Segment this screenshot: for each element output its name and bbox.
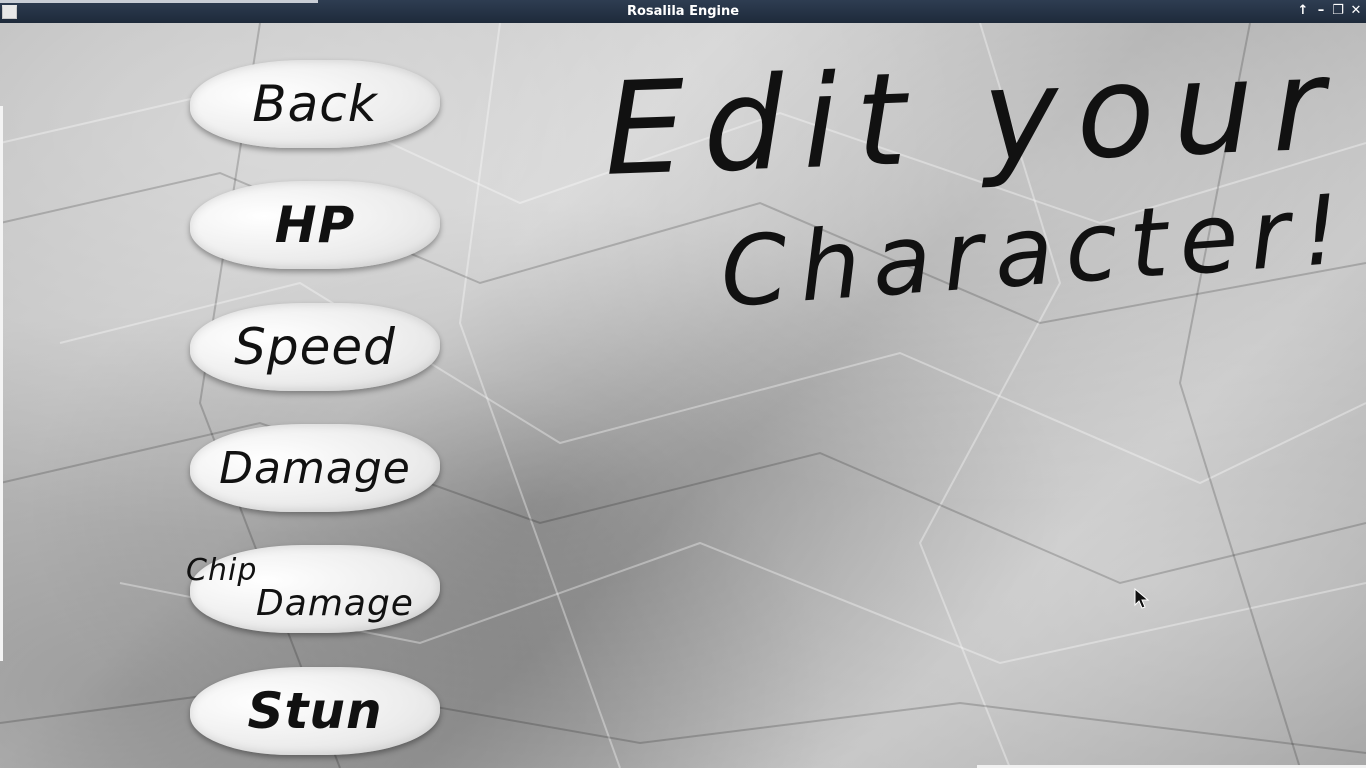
minimize-icon[interactable]: – [1313,3,1329,19]
titlebar-strip [0,0,318,3]
chip-damage-button-label: Chip Damage [186,556,414,624]
hp-button-label: HP [274,196,356,254]
chip-damage-line2: Damage [256,583,414,624]
stun-button-label: Stun [247,682,383,740]
up-arrow-icon[interactable]: ↑ [1295,3,1311,19]
paper-left-edge [0,106,3,661]
window-titlebar: Rosalila Engine ↑ – ❐ ✕ [0,0,1366,23]
stun-button[interactable]: Stun [190,667,440,755]
back-button-label: Back [252,75,378,133]
window-title: Rosalila Engine [626,4,740,19]
damage-button[interactable]: Damage [190,424,440,512]
hp-button[interactable]: HP [190,181,440,269]
page-title-line1: Edit your [601,30,1345,205]
mouse-cursor-icon [1134,588,1150,609]
restore-icon[interactable]: ❐ [1330,3,1346,19]
back-button[interactable]: Back [190,60,440,148]
game-canvas: Back HP Speed Damage Chip Damage Stun Ed… [0,23,1366,768]
damage-button-label: Damage [219,442,411,494]
speed-button-label: Speed [234,318,396,376]
chip-damage-line1: Chip [186,553,258,588]
close-icon[interactable]: ✕ [1348,3,1364,19]
chip-damage-button[interactable]: Chip Damage [186,545,440,633]
speed-button[interactable]: Speed [190,303,440,391]
